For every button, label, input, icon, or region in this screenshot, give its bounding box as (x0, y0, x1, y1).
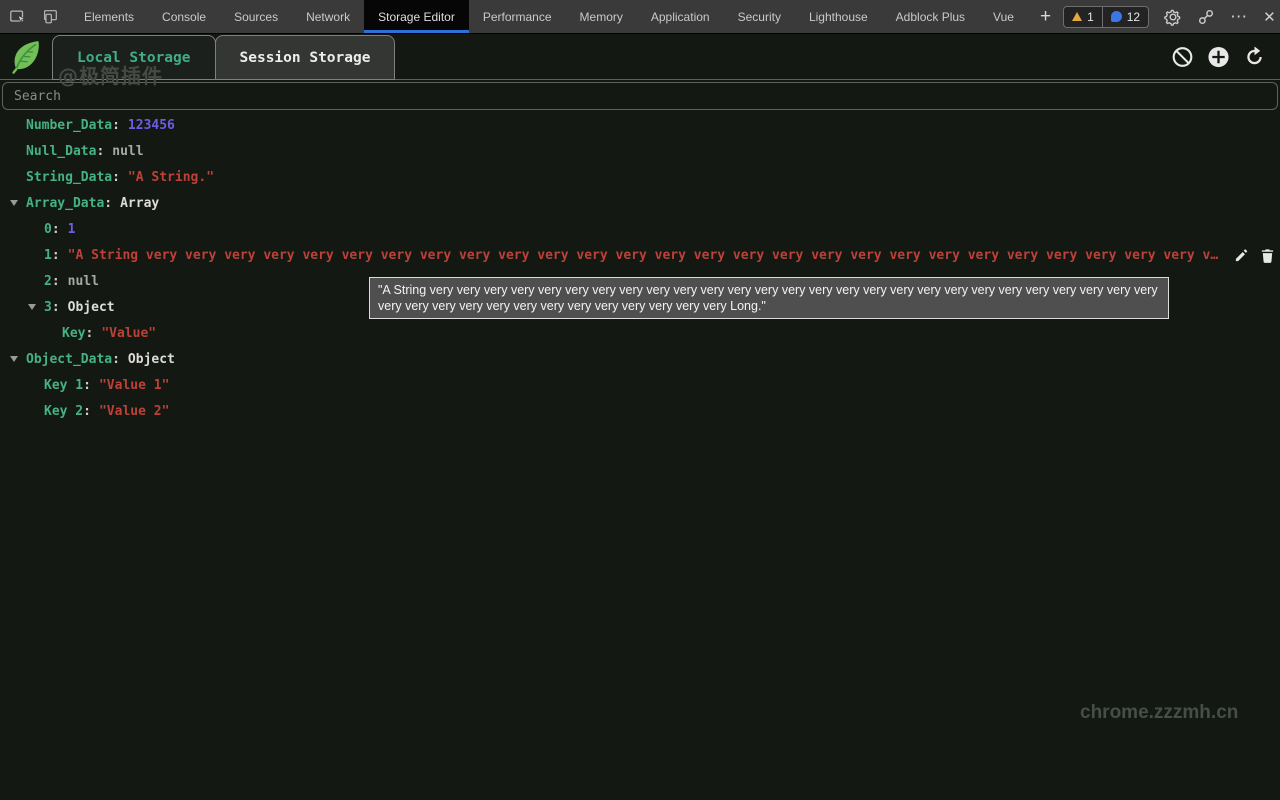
tree-row-null-data[interactable]: Null_Data null (0, 138, 1280, 164)
devtools-panel-tabs: Elements Console Sources Network Storage… (70, 0, 1063, 33)
tree-value: "Value 2" (99, 404, 169, 419)
tree-value: null (68, 274, 99, 289)
refresh-button[interactable] (1243, 45, 1266, 68)
settings-button[interactable] (1164, 8, 1182, 26)
tree-row-object-key2[interactable]: Key 2 "Value 2" (0, 398, 1280, 424)
connected-nodes-button[interactable] (1197, 8, 1215, 26)
tree-row-array-1[interactable]: 1 "A String very very very very very ver… (0, 242, 1280, 268)
tree-value: 123456 (128, 118, 175, 133)
tree-value: "A String." (128, 170, 214, 185)
tree-value: 1 (68, 222, 76, 237)
tree-key: 0 (44, 222, 60, 237)
chat-bubble-icon (1111, 11, 1122, 22)
tree-key: Null_Data (26, 144, 104, 159)
message-count: 12 (1127, 10, 1140, 24)
inspect-cursor-icon (9, 8, 27, 26)
tab-elements[interactable]: Elements (70, 0, 148, 33)
tree-value: "Value 1" (99, 378, 169, 393)
tree-value: null (112, 144, 143, 159)
storage-tree: Number_Data 123456 Null_Data null String… (0, 112, 1280, 424)
close-devtools-button[interactable]: ✕ (1263, 8, 1276, 26)
inspect-element-button[interactable] (8, 7, 28, 27)
add-item-button[interactable] (1207, 45, 1230, 68)
row-actions (1225, 247, 1280, 263)
tree-value-long-string: "A String very very very very very very … (68, 248, 1225, 263)
tree-key: Key 2 (44, 404, 91, 419)
tab-adblock-plus[interactable]: Adblock Plus (882, 0, 979, 33)
tree-value: Array (120, 196, 159, 211)
expand-arrow-icon[interactable] (28, 304, 36, 310)
extension-logo-leaf-icon (7, 37, 45, 75)
tree-row-object-data[interactable]: Object_Data Object (0, 346, 1280, 372)
tree-key: Key 1 (44, 378, 91, 393)
tree-row-nested-key[interactable]: Key "Value" (0, 320, 1280, 346)
tab-security[interactable]: Security (724, 0, 795, 33)
more-tabs-button[interactable]: + (1028, 0, 1063, 33)
delete-value-button[interactable] (1259, 247, 1275, 263)
tab-lighthouse[interactable]: Lighthouse (795, 0, 882, 33)
tree-key: 1 (44, 248, 60, 263)
warnings-badge[interactable]: 1 (1064, 7, 1102, 27)
device-toolbar-icon (41, 8, 59, 26)
tree-key: 2 (44, 274, 60, 289)
gear-icon (1164, 8, 1182, 26)
tab-application[interactable]: Application (637, 0, 724, 33)
storage-action-buttons (1171, 45, 1266, 68)
devtools-right-controls: 1 12 ⋯ ✕ (1063, 0, 1280, 33)
tree-value: Object (128, 352, 175, 367)
tree-row-number-data[interactable]: Number_Data 123456 (0, 112, 1280, 138)
tree-row-string-data[interactable]: String_Data "A String." (0, 164, 1280, 190)
more-options-button[interactable]: ⋯ (1230, 7, 1248, 27)
messages-badge[interactable]: 12 (1102, 7, 1148, 27)
storage-editor-toolbar: Local Storage Session Storage (0, 34, 1280, 80)
warning-count: 1 (1087, 10, 1094, 24)
trash-icon (1260, 248, 1275, 263)
console-status-badges[interactable]: 1 12 (1063, 6, 1149, 28)
tree-key: Array_Data (26, 196, 112, 211)
circle-slash-icon (1171, 45, 1194, 68)
tree-key: Key (62, 326, 93, 341)
tree-key: Object_Data (26, 352, 120, 367)
tree-value: Object (68, 300, 115, 315)
tree-value: "Value" (101, 326, 156, 341)
tree-row-array-0[interactable]: 0 1 (0, 216, 1280, 242)
storage-type-tabs: Local Storage Session Storage (52, 35, 395, 80)
refresh-icon (1243, 45, 1266, 68)
expand-arrow-icon[interactable] (10, 356, 18, 362)
devtools-tab-bar: Elements Console Sources Network Storage… (0, 0, 1280, 34)
tab-network[interactable]: Network (292, 0, 364, 33)
tab-memory[interactable]: Memory (566, 0, 637, 33)
tab-console[interactable]: Console (148, 0, 220, 33)
warning-triangle-icon (1072, 12, 1082, 21)
tree-key: Number_Data (26, 118, 120, 133)
tree-row-array-data[interactable]: Array_Data Array (0, 190, 1280, 216)
edit-value-button[interactable] (1233, 247, 1249, 263)
tree-row-object-key1[interactable]: Key 1 "Value 1" (0, 372, 1280, 398)
tab-vue[interactable]: Vue (979, 0, 1028, 33)
devtools-left-icons (0, 0, 70, 33)
expand-arrow-icon[interactable] (10, 200, 18, 206)
site-watermark: chrome.zzzmh.cn (1080, 702, 1238, 724)
tab-performance[interactable]: Performance (469, 0, 566, 33)
tab-sources[interactable]: Sources (220, 0, 292, 33)
tab-storage-editor[interactable]: Storage Editor (364, 0, 469, 33)
tree-key: String_Data (26, 170, 120, 185)
plus-circle-icon (1207, 45, 1230, 68)
tab-session-storage[interactable]: Session Storage (215, 35, 396, 80)
connected-nodes-icon (1197, 8, 1215, 26)
search-input[interactable] (2, 82, 1278, 110)
pencil-icon (1234, 248, 1249, 263)
value-tooltip: "A String very very very very very very … (369, 277, 1169, 319)
device-toolbar-button[interactable] (40, 7, 60, 27)
tab-local-storage[interactable]: Local Storage (52, 35, 216, 80)
clear-all-button[interactable] (1171, 45, 1194, 68)
tree-key: 3 (44, 300, 60, 315)
